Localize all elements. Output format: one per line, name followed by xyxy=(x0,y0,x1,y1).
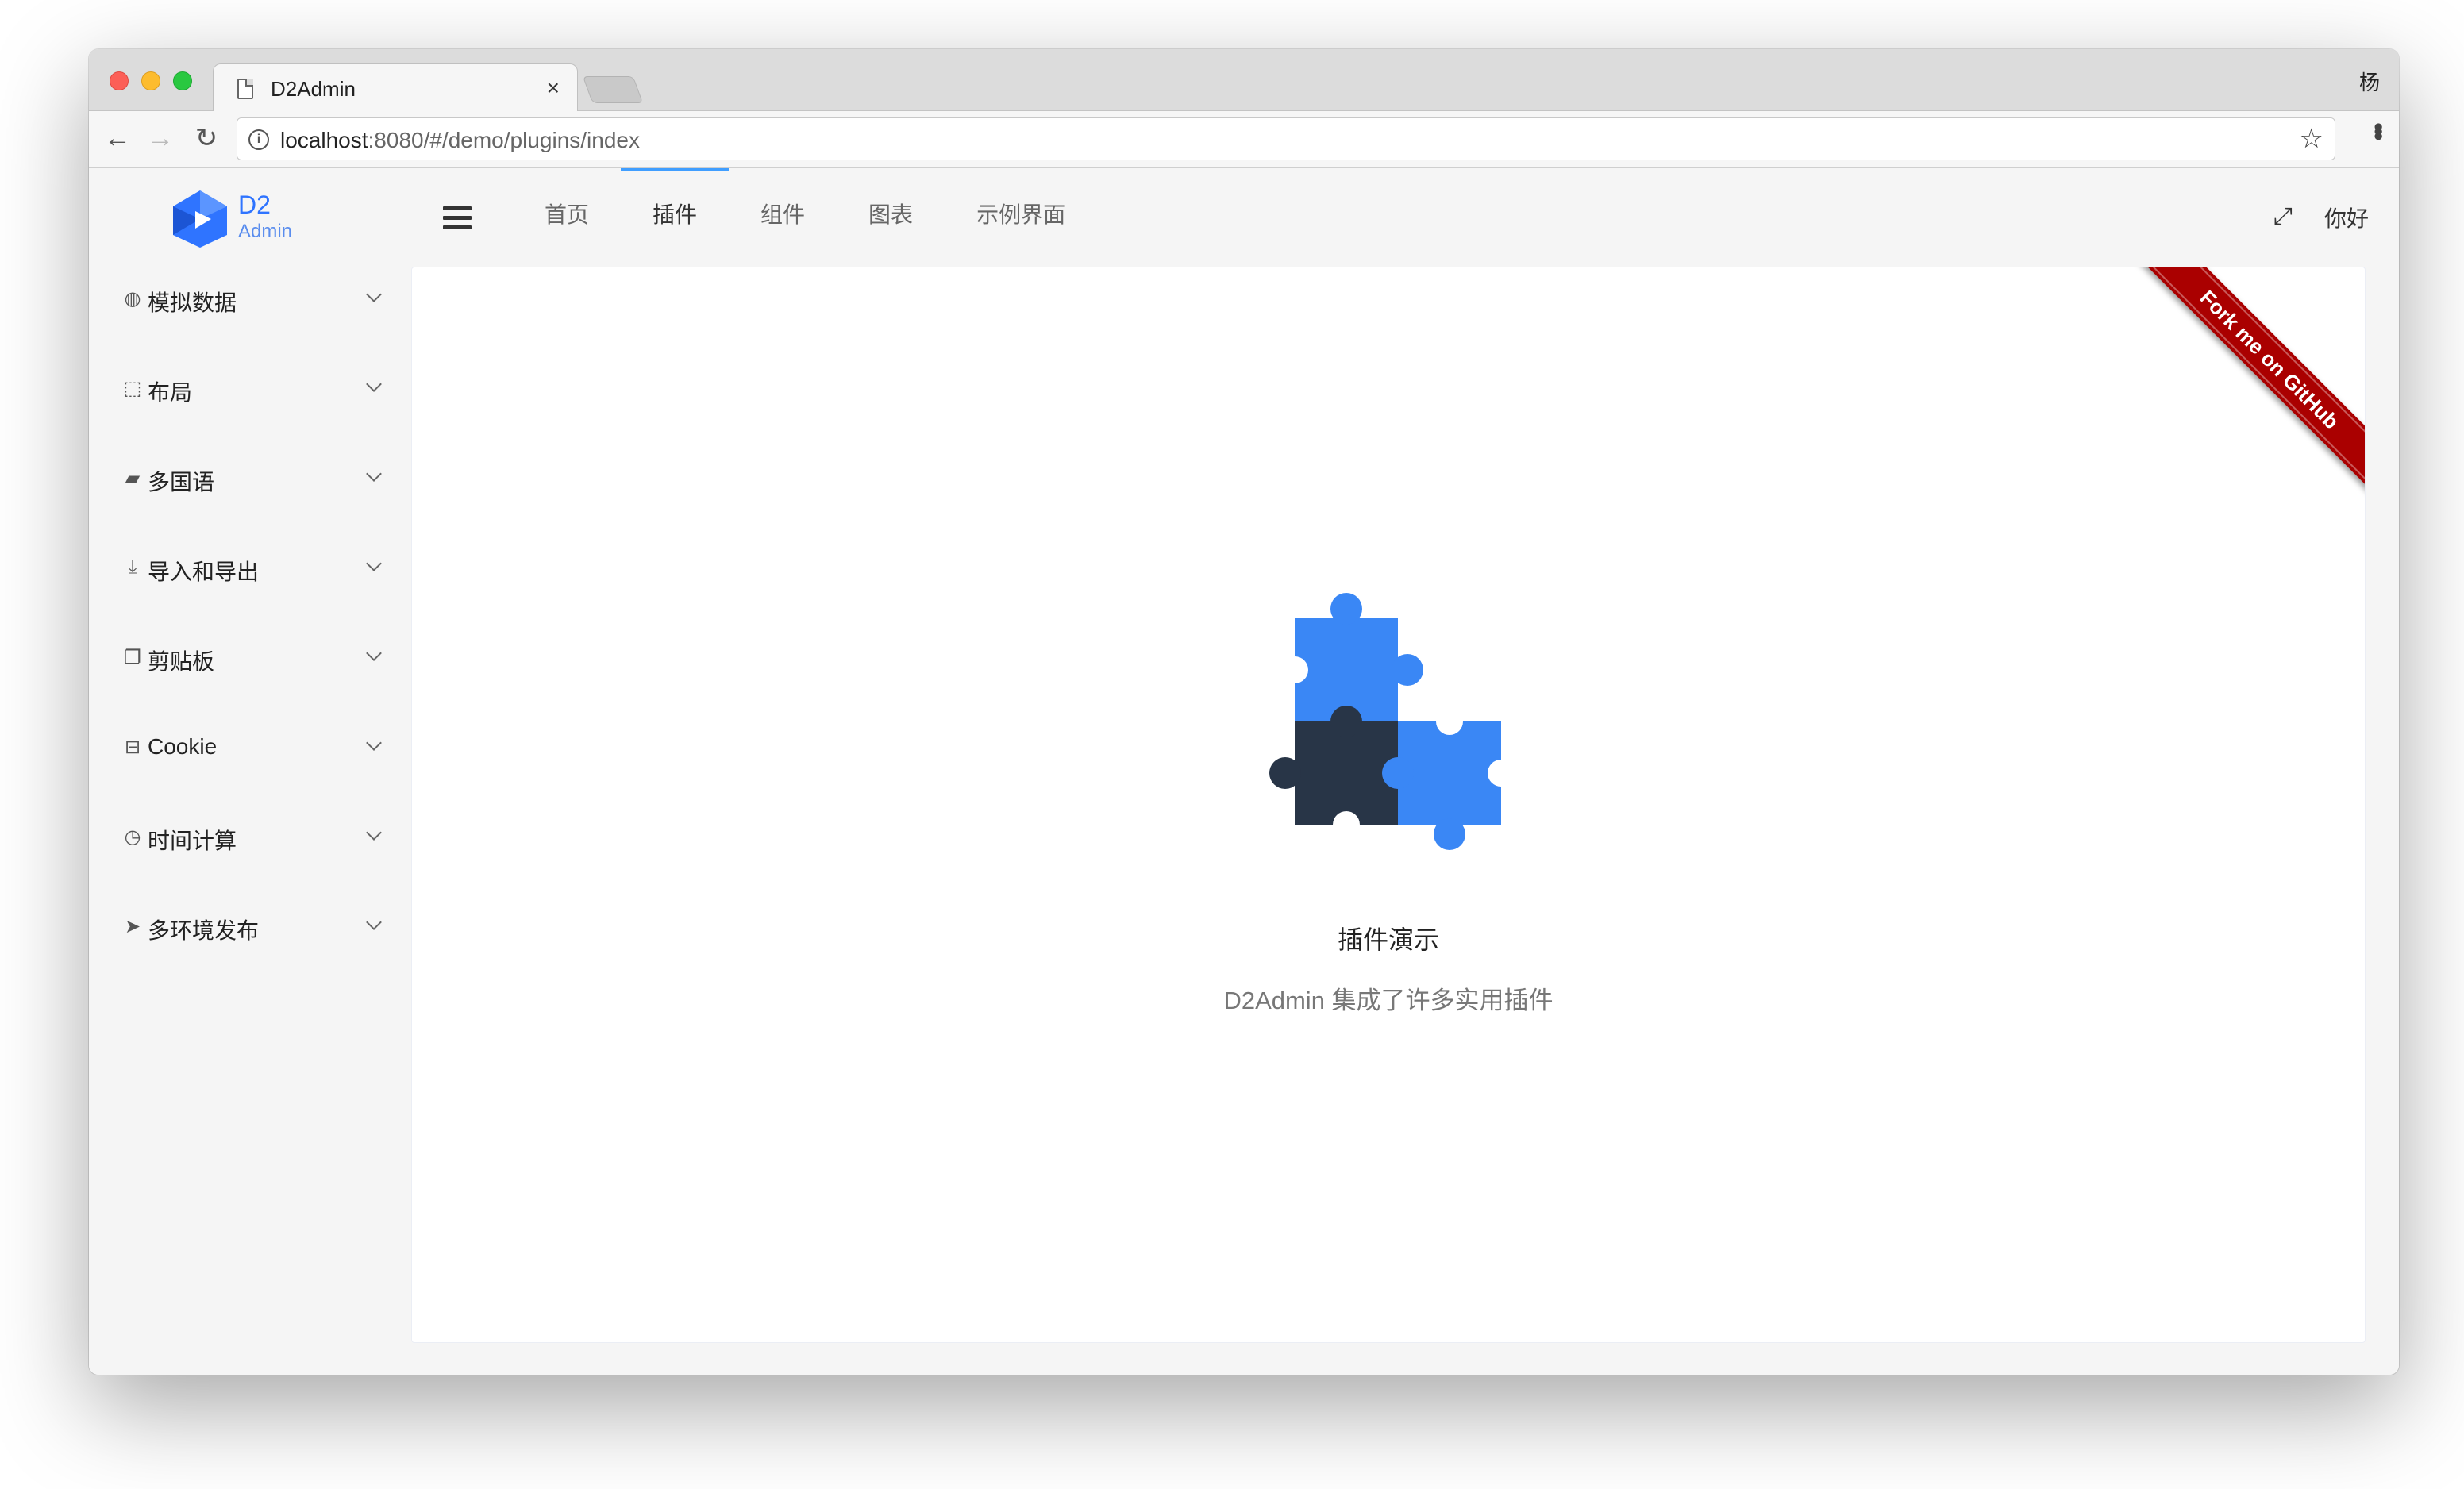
nav-charts[interactable]: 图表 xyxy=(837,168,945,256)
nav-plugins[interactable]: 插件 xyxy=(621,168,730,256)
sidebar-item-label: 多环境发布 xyxy=(148,918,260,943)
sidebar-item-import-export[interactable]: ⤓ 导入和导出 xyxy=(89,525,406,614)
logo[interactable]: D2 Admin xyxy=(168,187,327,251)
clock-icon: ◷ xyxy=(124,826,141,848)
d2-logo-icon xyxy=(173,190,227,248)
sidebar-item-label: 导入和导出 xyxy=(148,560,260,584)
sidebar-item-label: Cookie xyxy=(148,734,218,759)
sidebar-item-clipboard[interactable]: ❐ 剪贴板 xyxy=(89,614,406,704)
forward-arrow-icon[interactable]: → xyxy=(143,121,178,156)
document-icon xyxy=(237,79,253,99)
tab-title: D2Admin xyxy=(271,77,356,101)
clipboard-icon: ❐ xyxy=(124,647,141,668)
chevron-down-icon xyxy=(366,645,382,661)
chevron-down-icon xyxy=(366,825,382,841)
logo-subtitle: Admin xyxy=(238,221,293,242)
chevron-down-icon xyxy=(366,376,382,392)
nav-home[interactable]: 首页 xyxy=(513,168,621,256)
fullscreen-icon[interactable]: ⤢ xyxy=(2273,203,2293,230)
sidebar-item-label: 模拟数据 xyxy=(148,290,237,315)
reload-icon[interactable]: ↻ xyxy=(189,121,224,156)
address-bar[interactable]: i localhost:8080/#/demo/plugins/index ☆ xyxy=(237,117,2335,160)
page-title: 插件演示 xyxy=(1337,925,1439,954)
url-text[interactable]: localhost:8080/#/demo/plugins/index xyxy=(280,128,640,153)
close-window-button[interactable] xyxy=(110,71,129,90)
nav-demo-ui[interactable]: 示例界面 xyxy=(945,168,1097,256)
info-icon[interactable]: i xyxy=(248,129,269,150)
github-fork-ribbon[interactable]: Fork me on GitHub xyxy=(2137,267,2365,492)
browser-titlebar: D2Admin × 杨 xyxy=(89,49,2399,113)
sidebar-item-i18n[interactable]: ▰ 多国语 xyxy=(89,435,406,525)
close-tab-icon[interactable]: × xyxy=(547,75,560,101)
profile-name[interactable]: 杨 xyxy=(2359,67,2380,96)
bookmark-star-icon[interactable]: ☆ xyxy=(2300,123,2323,155)
browser-menu-icon[interactable]: ••• xyxy=(2363,122,2393,137)
nav-components[interactable]: 组件 xyxy=(729,168,837,256)
sidebar-item-label: 布局 xyxy=(148,380,193,405)
chevron-down-icon xyxy=(366,556,382,571)
hdd-icon: ⊟ xyxy=(124,737,141,758)
menu-toggle-icon[interactable] xyxy=(443,206,472,230)
chevron-down-icon xyxy=(366,466,382,482)
sidebar-item-cookie[interactable]: ⊟ Cookie xyxy=(89,704,406,794)
globe-icon: ◍ xyxy=(124,288,141,310)
minimize-window-button[interactable] xyxy=(141,71,160,90)
browser-window: D2Admin × 杨 ← → ↻ i localhost:8080/#/dem… xyxy=(89,49,2399,1375)
page-subtitle: D2Admin 集成了许多实用插件 xyxy=(1223,987,1553,1014)
maximize-window-button[interactable] xyxy=(173,71,192,90)
new-tab-button[interactable] xyxy=(582,76,644,103)
chevron-down-icon xyxy=(366,914,382,930)
user-greeting[interactable]: 你好 xyxy=(2324,202,2369,233)
sidebar-item-label: 剪贴板 xyxy=(148,649,215,674)
app-root: D2 Admin 首页 插件 组件 图表 示例界面 ⤢ 你好 ◍ 模拟数据 ⬚ … xyxy=(89,168,2399,1375)
sidebar-item-env-release[interactable]: ➤ 多环境发布 xyxy=(89,883,406,973)
sidebar-item-mock-data[interactable]: ◍ 模拟数据 xyxy=(89,256,406,345)
sidebar-item-time[interactable]: ◷ 时间计算 xyxy=(89,794,406,883)
top-nav: 首页 插件 组件 图表 示例界面 xyxy=(513,168,1097,256)
browser-tab[interactable]: D2Admin × xyxy=(213,63,578,113)
download-icon: ⤓ xyxy=(128,556,137,578)
sidebar-item-label: 时间计算 xyxy=(148,829,237,853)
chevron-down-icon xyxy=(366,287,382,302)
book-icon: ▰ xyxy=(125,467,141,489)
sidebar-item-label: 多国语 xyxy=(148,470,215,494)
sidebar: ◍ 模拟数据 ⬚ 布局 ▰ 多国语 ⤓ 导入和导出 ❐ 剪贴板 ⊟ Cookie… xyxy=(89,256,406,973)
main-card: Fork me on GitHub 插件演示 D2Admin 集成了许多实用插件 xyxy=(411,267,2366,1343)
browser-toolbar: ← → ↻ i localhost:8080/#/demo/plugins/in… xyxy=(89,111,2399,168)
chevron-down-icon xyxy=(366,735,382,751)
logo-title: D2 xyxy=(238,190,271,219)
back-arrow-icon[interactable]: ← xyxy=(100,121,135,156)
paper-plane-icon: ➤ xyxy=(124,916,141,937)
puzzle-icon xyxy=(1269,593,1507,850)
sidebar-item-layout[interactable]: ⬚ 布局 xyxy=(89,345,406,435)
object-group-icon: ⬚ xyxy=(123,378,142,399)
